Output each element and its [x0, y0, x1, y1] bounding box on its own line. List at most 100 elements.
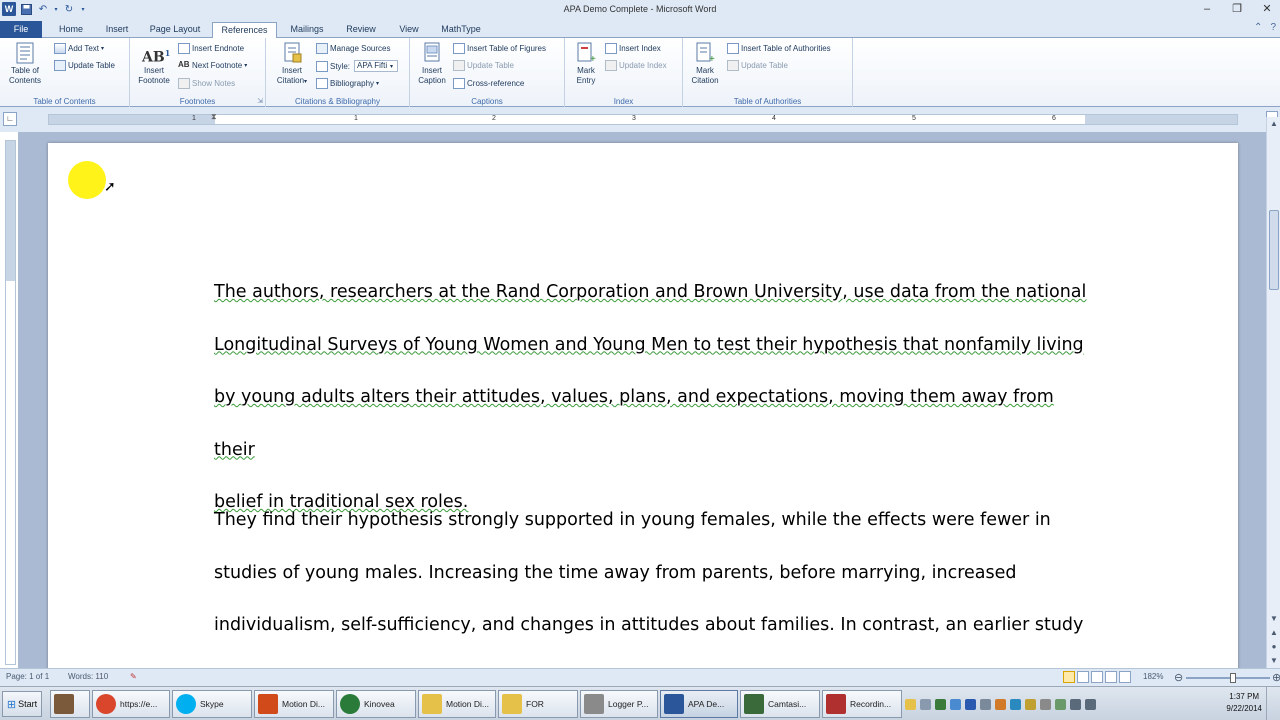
indent-marker-icon[interactable]: ⧗	[211, 112, 220, 128]
taskbar-item-skype[interactable]: Skype	[172, 690, 252, 718]
page-count[interactable]: Page: 1 of 1	[6, 672, 49, 681]
speaker-icon[interactable]	[1085, 698, 1096, 710]
full-screen-reading-view-icon[interactable]	[1077, 671, 1089, 683]
zoom-level[interactable]: 182%	[1143, 672, 1163, 681]
tab-page-layout[interactable]: Page Layout	[142, 22, 208, 38]
tab-insert[interactable]: Insert	[96, 22, 138, 38]
ruler-number: 6	[1052, 115, 1056, 122]
draft-view-icon[interactable]	[1119, 671, 1131, 683]
group-label-toc: Table of Contents	[33, 97, 96, 106]
print-layout-view-icon[interactable]	[1063, 671, 1075, 683]
tab-selector[interactable]: ∟	[3, 112, 17, 126]
show-notes-button[interactable]: Show Notes	[178, 78, 235, 89]
mark-entry-button[interactable]: + Mark Entry	[569, 42, 603, 86]
insert-footnote-button[interactable]: AB1 Insert Footnote	[134, 42, 174, 86]
taskbar-item-word[interactable]: APA De...	[660, 690, 738, 718]
manage-sources-button[interactable]: Manage Sources	[316, 43, 390, 54]
chrome-icon	[96, 694, 116, 714]
folder-icon	[502, 694, 522, 714]
next-footnote-button[interactable]: AB Next Footnote ▾	[178, 60, 247, 71]
taskbar-item-library[interactable]	[50, 690, 90, 718]
title-bar: W ↶ ▾ ↻ ▾ APA Demo Complete - Microsoft …	[0, 0, 1280, 20]
proofing-error-icon[interactable]: ✎	[130, 672, 137, 681]
previous-page-icon[interactable]: ▲	[1267, 626, 1280, 640]
tray-icon[interactable]	[1010, 698, 1021, 710]
next-page-icon[interactable]: ▼	[1267, 654, 1280, 668]
bluetooth-icon[interactable]	[965, 698, 976, 710]
style-dropdown-arrow-icon[interactable]: ▾	[390, 63, 393, 70]
show-desktop-button[interactable]	[1266, 687, 1280, 720]
volume-icon[interactable]	[980, 698, 991, 710]
taskbar-item-camtasia[interactable]: Camtasi...	[740, 690, 820, 718]
mark-citation-button[interactable]: + Mark Citation	[685, 42, 725, 86]
paragraph-1[interactable]: The authors, researchers at the Rand Cor…	[214, 266, 1094, 529]
zoom-slider-thumb[interactable]	[1230, 673, 1236, 683]
vertical-scrollbar[interactable]: ▲ ▼ ▲ ● ▼	[1266, 117, 1280, 668]
zoom-slider[interactable]	[1186, 673, 1270, 683]
bibliography-button[interactable]: Bibliography ▾	[316, 78, 379, 89]
add-text-button[interactable]: Add Text ▾	[54, 43, 104, 54]
word-count[interactable]: Words: 110	[68, 672, 108, 681]
paragraph-2[interactable]: They find their hypothesis strongly supp…	[214, 494, 1094, 652]
insert-table-of-authorities-button[interactable]: Insert Table of Authorities	[727, 43, 831, 54]
insert-endnote-button[interactable]: Insert Endnote	[178, 43, 244, 54]
footnotes-dialog-launcher[interactable]: ⇲	[257, 97, 263, 105]
tab-references[interactable]: References	[212, 22, 277, 39]
outline-view-icon[interactable]	[1105, 671, 1117, 683]
clock-date: 9/22/2014	[1226, 704, 1262, 713]
table-of-contents-icon	[16, 42, 34, 64]
taskbar-item-logger[interactable]: Logger P...	[580, 690, 658, 718]
start-button[interactable]: ⊞ Start	[2, 691, 42, 717]
zoom-in-icon[interactable]: ⊕	[1272, 671, 1280, 684]
tab-mathtype[interactable]: MathType	[434, 22, 488, 38]
shield-icon[interactable]	[935, 698, 946, 710]
update-index-button[interactable]: Update Index	[605, 60, 667, 71]
insert-citation-button[interactable]: Insert Citation▾	[270, 42, 314, 87]
taskbar-item-motion-di-2[interactable]: Motion Di...	[418, 690, 496, 718]
taskbar-item-for[interactable]: FOR	[498, 690, 578, 718]
insert-table-of-figures-button[interactable]: Insert Table of Figures	[453, 43, 546, 54]
taskbar-item-recording[interactable]: Recordin...	[822, 690, 902, 718]
style-selector[interactable]: Style: APA Fifti ▾	[316, 60, 399, 72]
tray-icon[interactable]	[905, 698, 916, 710]
web-layout-view-icon[interactable]	[1091, 671, 1103, 683]
cross-reference-button[interactable]: Cross-reference	[453, 78, 524, 89]
scroll-up-icon[interactable]: ▲	[1267, 117, 1280, 131]
word-icon	[664, 694, 684, 714]
update-table-captions-button[interactable]: Update Table	[453, 60, 514, 71]
maximize-button[interactable]: ❐	[1230, 2, 1244, 16]
tray-icon[interactable]	[950, 698, 961, 710]
minimize-ribbon-icon[interactable]: ⌃	[1254, 22, 1262, 33]
document-page[interactable]: ➚ The authors, researchers at the Rand C…	[48, 143, 1238, 668]
select-browse-object-icon[interactable]: ●	[1267, 640, 1280, 654]
tray-icon[interactable]	[995, 698, 1006, 710]
update-table-toa-button[interactable]: Update Table	[727, 60, 788, 71]
table-of-contents-button[interactable]: Table of Contents	[3, 42, 47, 86]
tab-mailings[interactable]: Mailings	[282, 22, 332, 38]
scroll-thumb[interactable]	[1269, 210, 1279, 290]
insert-caption-button[interactable]: Insert Caption	[414, 42, 450, 86]
tray-icon[interactable]	[1025, 698, 1036, 710]
tab-home[interactable]: Home	[50, 22, 92, 38]
scroll-down-icon[interactable]: ▼	[1267, 612, 1280, 626]
taskbar-item-motion-di-1[interactable]: Motion Di...	[254, 690, 334, 718]
network-icon[interactable]	[1070, 698, 1081, 710]
close-button[interactable]: ✕	[1260, 2, 1274, 16]
tray-icon[interactable]	[1055, 698, 1066, 710]
taskbar-item-browser[interactable]: https://e...	[92, 690, 170, 718]
tab-review[interactable]: Review	[338, 22, 384, 38]
horizontal-ruler[interactable]: ⧗ 1 2 3 4 5 6 1	[48, 112, 1238, 128]
group-table-of-authorities: + Mark Citation Insert Table of Authorit…	[683, 38, 853, 107]
vertical-ruler[interactable]	[5, 140, 16, 665]
tray-icon[interactable]	[920, 698, 931, 710]
tray-icon[interactable]	[1040, 698, 1051, 710]
help-icon[interactable]: ?	[1270, 22, 1276, 33]
tab-view[interactable]: View	[390, 22, 428, 38]
update-table-toc-button[interactable]: Update Table	[54, 60, 115, 71]
taskbar-item-kinovea[interactable]: Kinovea	[336, 690, 416, 718]
tab-file[interactable]: File	[0, 21, 42, 38]
system-clock[interactable]: 1:37 PM 9/22/2014	[1226, 691, 1262, 715]
insert-index-button[interactable]: Insert Index	[605, 43, 661, 54]
zoom-out-icon[interactable]: ⊖	[1174, 671, 1183, 684]
minimize-button[interactable]: –	[1200, 2, 1214, 16]
